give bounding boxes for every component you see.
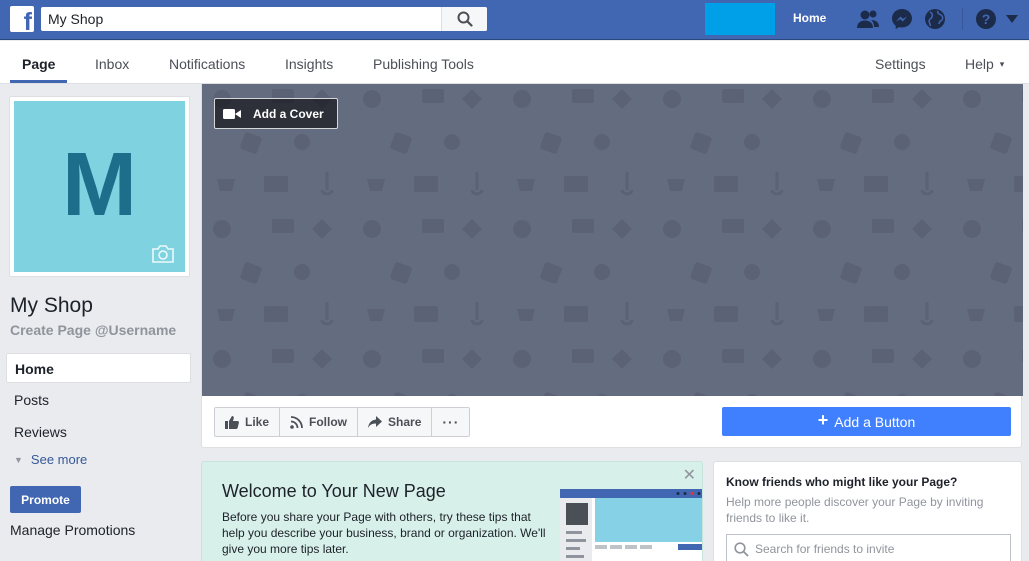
home-link[interactable]: Home	[793, 11, 826, 25]
tab-help-label: Help	[965, 56, 994, 72]
share-label: Share	[388, 415, 422, 429]
add-cover-label: Add a Cover	[253, 106, 324, 121]
page-tabs-bar: Page Inbox Notifications Insights Publis…	[0, 41, 1029, 84]
search-icon	[457, 11, 473, 27]
page-preview-illustration	[560, 489, 702, 561]
help-caret-icon: ▾	[999, 59, 1005, 69]
welcome-card: Welcome to Your New Page Before you shar…	[201, 461, 703, 561]
add-cover-button[interactable]: Add a Cover	[214, 98, 338, 129]
invite-friends-title: Know friends who might like your Page?	[726, 475, 958, 489]
top-navigation-bar: f Home ?	[0, 0, 1029, 40]
search-icon	[734, 542, 749, 557]
invite-friends-subtitle: Help more people discover your Page by i…	[726, 495, 984, 525]
add-a-button-button[interactable]: + Add a Button	[722, 407, 1011, 436]
leftnav-item-reviews[interactable]: Reviews	[14, 424, 67, 440]
search-input[interactable]	[41, 7, 441, 31]
thumbs-up-icon	[225, 415, 239, 429]
camera-icon[interactable]	[151, 245, 175, 263]
tab-page[interactable]: Page	[22, 56, 55, 72]
cover-card: Add a Cover Like Follow Share ··· + Add …	[201, 84, 1023, 448]
messenger-icon[interactable]	[890, 8, 914, 30]
video-camera-icon	[223, 108, 241, 119]
rss-follow-icon	[290, 415, 303, 429]
add-a-button-label: Add a Button	[834, 413, 916, 430]
create-username-link[interactable]: Create Page @Username	[10, 322, 176, 338]
cover-photo-area[interactable]: Add a Cover	[202, 84, 1023, 396]
svg-text:?: ?	[982, 11, 991, 27]
profile-picture-frame[interactable]: M	[9, 96, 190, 277]
logo-glyph: f	[23, 8, 32, 33]
close-icon[interactable]: ✕	[683, 465, 696, 485]
profile-letter: M	[62, 134, 137, 235]
friends-search-box	[726, 534, 1011, 561]
search-box	[41, 7, 487, 31]
help-icon[interactable]: ?	[974, 8, 998, 30]
welcome-title: Welcome to Your New Page	[222, 481, 446, 501]
tab-insights[interactable]: Insights	[285, 56, 333, 72]
leftnav-item-home[interactable]: Home	[6, 353, 191, 383]
manage-promotions-link[interactable]: Manage Promotions	[10, 522, 135, 538]
plus-icon: +	[817, 410, 829, 430]
more-options-button[interactable]: ···	[432, 408, 469, 436]
globe-icon[interactable]	[923, 8, 947, 30]
friends-search-input[interactable]	[755, 535, 1005, 561]
tab-settings[interactable]: Settings	[875, 56, 926, 72]
follow-label: Follow	[309, 415, 348, 429]
facebook-logo-icon[interactable]: f	[10, 6, 34, 32]
toolbar-separator	[962, 8, 963, 30]
like-label: Like	[245, 415, 270, 429]
leftnav-home-label: Home	[15, 361, 54, 377]
welcome-body: Before you share your Page with others, …	[222, 510, 546, 556]
like-button[interactable]: Like	[215, 408, 281, 436]
cover-pattern	[202, 84, 1023, 396]
more-dots-icon: ···	[442, 414, 460, 430]
promote-button[interactable]: Promote	[10, 486, 81, 513]
follow-button[interactable]: Follow	[280, 408, 359, 436]
share-arrow-icon	[368, 416, 383, 428]
tab-help[interactable]: Help ▾	[965, 56, 1004, 72]
tab-inbox[interactable]: Inbox	[95, 56, 129, 72]
search-button[interactable]	[441, 7, 487, 31]
invite-friends-card: Know friends who might like your Page? H…	[713, 461, 1022, 561]
tab-publishing-tools[interactable]: Publishing Tools	[373, 56, 474, 72]
caret-down-icon[interactable]	[1004, 8, 1020, 30]
leftnav-item-posts[interactable]: Posts	[14, 392, 49, 408]
share-button[interactable]: Share	[358, 408, 433, 436]
page-action-buttons: Like Follow Share ···	[214, 407, 471, 437]
see-more-label: See more	[30, 452, 88, 467]
tab-notifications[interactable]: Notifications	[169, 56, 245, 72]
chevron-down-icon: ▼	[14, 455, 23, 465]
friends-icon[interactable]	[856, 8, 880, 30]
page-name: My Shop	[10, 294, 93, 317]
active-tab-indicator	[10, 80, 67, 83]
profile-picture[interactable]: M	[14, 101, 185, 272]
profile-shortcut[interactable]	[705, 3, 775, 35]
see-more-link[interactable]: ▼ See more	[14, 452, 87, 467]
